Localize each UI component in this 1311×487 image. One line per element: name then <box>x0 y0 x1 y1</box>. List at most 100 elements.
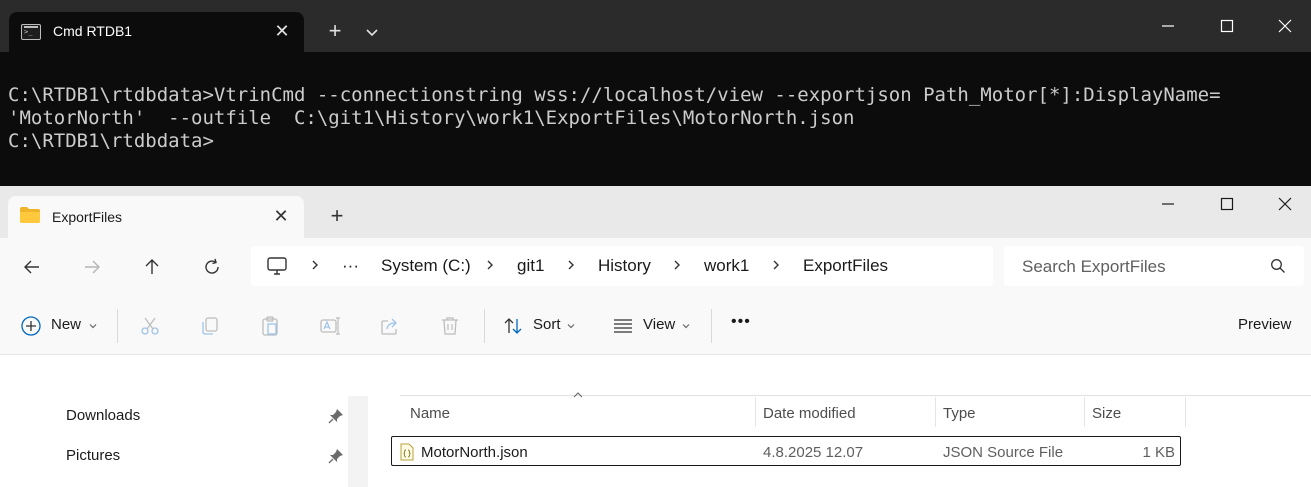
forward-arrow-icon <box>85 260 100 274</box>
navigation-pane: Downloads Pictures <box>0 355 400 487</box>
column-divider[interactable] <box>755 397 756 427</box>
breadcrumb-separator-icon[interactable] <box>484 256 496 274</box>
terminal-window: Cmd RTDB1 ✕ + C:\RTDB1\rtdbdata>VtrinCmd… <box>0 0 1311 186</box>
column-header-date[interactable]: Date modified <box>763 405 856 422</box>
sort-button[interactable]: Sort <box>496 295 586 355</box>
breadcrumb-separator-icon[interactable] <box>671 256 683 274</box>
quick-access-label: Downloads <box>66 407 141 424</box>
new-label: New <box>51 316 82 333</box>
more-options-icon[interactable]: ••• <box>731 313 751 331</box>
up-button[interactable] <box>135 250 169 284</box>
new-button[interactable]: New <box>10 295 110 355</box>
breadcrumb-separator-icon[interactable] <box>309 256 321 274</box>
folder-icon <box>20 207 40 223</box>
content-header-separator <box>400 395 1311 396</box>
quick-access-pictures[interactable]: Pictures <box>0 438 360 474</box>
close-tab-icon[interactable]: ✕ <box>270 205 292 227</box>
explorer-titlebar: ExportFiles ✕ + <box>0 186 1311 238</box>
view-icon <box>614 319 632 333</box>
explorer-window: ExportFiles ✕ + ··· System (C:) git1 His… <box>0 186 1311 487</box>
search-input[interactable]: Search ExportFiles <box>1022 257 1166 277</box>
maximize-icon <box>1220 19 1234 33</box>
chevron-down-icon <box>567 324 575 329</box>
new-tab-button[interactable]: + <box>322 203 352 231</box>
terminal-line: C:\RTDB1\rtdbdata>VtrinCmd --connections… <box>8 84 1221 106</box>
column-header-type[interactable]: Type <box>943 405 976 422</box>
minimize-button[interactable] <box>1145 188 1191 220</box>
breadcrumb-more[interactable]: ··· <box>342 256 359 276</box>
refresh-icon <box>205 258 219 274</box>
search-icon[interactable] <box>1270 258 1286 274</box>
terminal-tab[interactable]: Cmd RTDB1 ✕ <box>9 12 304 52</box>
breadcrumb-separator-icon[interactable] <box>770 256 782 274</box>
breadcrumb-history[interactable]: History <box>598 256 651 276</box>
json-file-icon <box>400 443 414 461</box>
breadcrumb-git1[interactable]: git1 <box>517 256 544 276</box>
column-divider[interactable] <box>1084 397 1085 427</box>
toolbar-divider <box>711 309 712 343</box>
file-row[interactable]: MotorNorth.json 4.8.2025 12.07 JSON Sour… <box>391 436 1181 466</box>
maximize-button[interactable] <box>1204 10 1250 42</box>
column-header-size[interactable]: Size <box>1092 405 1121 422</box>
column-divider[interactable] <box>935 397 936 427</box>
rename-icon[interactable] <box>319 315 341 337</box>
new-tab-button[interactable]: + <box>320 18 350 46</box>
column-divider[interactable] <box>1185 397 1186 427</box>
forward-button[interactable] <box>75 250 109 284</box>
refresh-button[interactable] <box>195 250 229 284</box>
close-icon <box>1278 197 1292 211</box>
sort-icon <box>504 318 522 334</box>
breadcrumb-work1[interactable]: work1 <box>704 256 749 276</box>
maximize-icon <box>1220 197 1234 211</box>
toolbar-divider <box>484 309 485 343</box>
address-bar[interactable]: ··· System (C:) git1 History work1 Expor… <box>251 246 993 286</box>
terminal-icon <box>21 24 41 40</box>
chevron-down-icon <box>682 324 690 329</box>
this-pc-icon <box>267 257 287 275</box>
back-arrow-icon <box>24 260 39 274</box>
navigation-bar: ··· System (C:) git1 History work1 Expor… <box>0 238 1311 295</box>
minimize-icon <box>1162 203 1174 205</box>
minimize-icon <box>1162 25 1174 27</box>
maximize-button[interactable] <box>1204 188 1250 220</box>
share-icon[interactable] <box>379 315 401 337</box>
pin-icon[interactable] <box>328 448 344 464</box>
file-date: 4.8.2025 12.07 <box>763 444 864 461</box>
navigation-pane-header <box>0 355 400 396</box>
minimize-button[interactable] <box>1145 10 1191 42</box>
delete-icon[interactable] <box>439 315 461 337</box>
preview-button[interactable]: Preview <box>1238 316 1291 333</box>
close-window-button[interactable] <box>1262 10 1308 42</box>
view-button[interactable]: View <box>606 295 702 355</box>
back-button[interactable] <box>15 250 49 284</box>
close-tab-icon[interactable]: ✕ <box>271 20 293 42</box>
quick-access-label: Pictures <box>66 447 121 464</box>
cut-icon[interactable] <box>139 315 161 337</box>
breadcrumb-system-c[interactable]: System (C:) <box>381 256 471 276</box>
quick-access-downloads[interactable]: Downloads <box>0 398 360 434</box>
terminal-line: 'MotorNorth' --outfile C:\git1\History\w… <box>8 107 855 129</box>
toolbar-divider <box>117 309 118 343</box>
command-bar: New Sort View ••• Preview <box>0 295 1311 355</box>
terminal-output[interactable]: C:\RTDB1\rtdbdata>VtrinCmd --connections… <box>8 84 1221 153</box>
pin-icon[interactable] <box>328 408 344 424</box>
close-window-button[interactable] <box>1262 188 1308 220</box>
chevron-down-icon[interactable] <box>358 18 386 46</box>
copy-icon[interactable] <box>199 315 221 337</box>
paste-icon[interactable] <box>259 315 281 337</box>
chevron-down-icon <box>89 324 97 329</box>
sort-label: Sort <box>533 316 561 333</box>
column-header-name[interactable]: Name <box>410 405 450 422</box>
search-box[interactable]: Search ExportFiles <box>1004 246 1304 286</box>
view-label: View <box>643 316 676 333</box>
sort-ascending-icon <box>573 392 583 398</box>
file-list: Name Date modified Type Size MotorNorth.… <box>391 355 1311 487</box>
file-name: MotorNorth.json <box>421 444 528 461</box>
breadcrumb-separator-icon[interactable] <box>565 256 577 274</box>
terminal-prompt: C:\RTDB1\rtdbdata> <box>8 130 214 152</box>
breadcrumb-exportfiles[interactable]: ExportFiles <box>803 256 888 276</box>
explorer-tab-title: ExportFiles <box>52 209 123 225</box>
close-icon <box>1278 19 1292 33</box>
up-arrow-icon <box>145 259 159 274</box>
explorer-tab[interactable]: ExportFiles ✕ <box>8 196 304 238</box>
